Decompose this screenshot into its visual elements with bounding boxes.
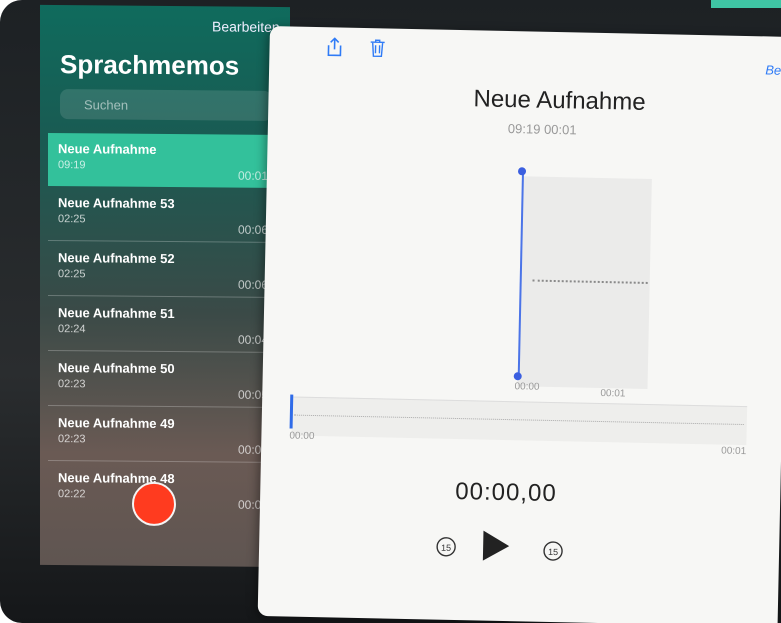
item-name: Neue Aufnahme 51 — [58, 305, 175, 322]
page-title: Sprachmemos — [60, 49, 240, 81]
overview-end-label: 00:01 — [721, 445, 747, 458]
search-input[interactable]: Suchen — [60, 89, 272, 121]
play-button[interactable] — [482, 530, 510, 562]
item-name: Neue Aufnahme 50 — [58, 360, 175, 377]
sidebar: Bearbeiten Sprachmemos Suchen Neue Aufna… — [40, 4, 290, 568]
recording-list: Neue Aufnahme 09:19 00:01 Neue Aufnahme … — [40, 132, 290, 518]
item-time: 02:23 — [58, 433, 86, 446]
list-item[interactable]: Neue Aufnahme 09:19 00:01 — [48, 132, 282, 189]
item-time: 02:23 — [58, 378, 86, 391]
forward-15-icon[interactable]: 15 — [541, 538, 566, 568]
share-icon[interactable] — [325, 37, 344, 62]
playhead-top-handle[interactable] — [517, 167, 527, 176]
rewind-15-icon[interactable]: 15 — [434, 534, 459, 564]
recording-meta: 09:19 00:01 — [507, 121, 577, 138]
item-duration: 00:01 — [237, 168, 268, 183]
list-item[interactable]: Neue Aufnahme 50 02:23 00:05 — [48, 351, 282, 409]
search-placeholder: Suchen — [84, 97, 129, 113]
item-duration: 00:06 — [237, 222, 268, 237]
item-time: 02:25 — [58, 213, 86, 226]
item-name: Neue Aufnahme — [58, 141, 157, 157]
recording-title: Neue Aufnahme — [473, 85, 646, 116]
item-time: 02:24 — [58, 323, 86, 336]
list-item[interactable]: Neue Aufnahme 49 02:23 00:05 — [48, 406, 282, 464]
item-time: 02:25 — [58, 268, 86, 281]
rewind-15-glyph: 15 — [436, 537, 456, 557]
wave-start-label: 00:00 — [514, 381, 540, 393]
overview-timeline[interactable] — [291, 396, 748, 446]
edit-link[interactable]: Be — [765, 62, 781, 77]
playhead-bottom-handle[interactable] — [513, 372, 522, 381]
list-item[interactable]: Neue Aufnahme 53 02:25 00:06 — [48, 186, 282, 244]
wave-mid-label: 00:01 — [600, 388, 626, 400]
rewind-15-text: 15 — [441, 543, 451, 553]
device-background: Bearbeiten Sprachmemos Suchen Neue Aufna… — [0, 0, 781, 623]
item-name: Neue Aufnahme 53 — [58, 195, 175, 212]
share-icon-glyph — [327, 37, 342, 57]
list-item[interactable]: Neue Aufnahme 52 02:25 00:06 — [48, 241, 282, 299]
forward-15-text: 15 — [548, 547, 558, 557]
trash-icon[interactable] — [369, 38, 386, 63]
item-name: Neue Aufnahme 52 — [58, 250, 175, 267]
item-time: 02:22 — [58, 488, 86, 501]
item-name: Neue Aufnahme 49 — [58, 415, 175, 432]
list-item[interactable]: Neue Aufnahme 51 02:24 00:04 — [48, 296, 282, 354]
elapsed-time: 00:00,00 — [455, 477, 557, 508]
detail-panel: Be Neue Aufnahme 09:19 00:01 00:00 00:01… — [257, 26, 781, 623]
trash-icon-glyph — [370, 39, 385, 58]
record-button[interactable] — [132, 481, 176, 527]
overview-start-label: 00:00 — [289, 430, 315, 443]
item-time: 09:19 — [58, 159, 86, 172]
forward-15-glyph: 15 — [543, 541, 563, 561]
corner-accent — [711, 0, 781, 8]
